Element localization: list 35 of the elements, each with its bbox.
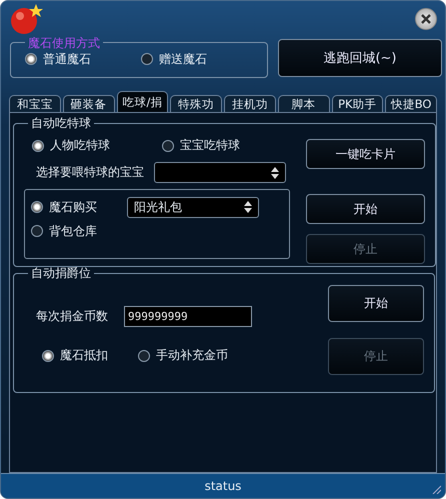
radio-option[interactable]: 人物吃特球 (32, 137, 162, 154)
pet-select-label: 选择要喂特球的宝宝 (36, 164, 144, 182)
app-logo (9, 3, 43, 35)
radio-option[interactable]: 宝宝吃特球 (162, 137, 292, 154)
close-button[interactable] (415, 8, 437, 30)
spinner-arrows-icon (271, 166, 279, 179)
status-text: status (204, 479, 242, 494)
package-dropdown[interactable]: 阳光礼包 (127, 196, 259, 218)
group-title: 自动捐爵位 (30, 267, 92, 280)
tab[interactable]: 快捷BO (385, 95, 437, 112)
tab[interactable]: 脚本 (278, 95, 330, 112)
spinner-arrows-icon (244, 201, 252, 214)
tab[interactable]: 挂机功 (224, 95, 276, 112)
amount-label: 每次捐金币数 (36, 308, 108, 326)
tab[interactable]: 特殊功 (170, 95, 222, 112)
radio-option[interactable]: 普通魔石 (25, 50, 141, 68)
radio-option[interactable]: 背包仓库 (31, 222, 127, 240)
pet-dropdown[interactable] (154, 162, 286, 184)
radio-option[interactable]: 魔石抵扣 (42, 347, 138, 364)
tab[interactable]: 吃球/捐 (116, 91, 168, 112)
amount-field[interactable]: 999999999 (124, 306, 252, 328)
action-button[interactable]: 一键吃卡片 (306, 139, 425, 170)
escape-button[interactable]: 逃跑回城(~) (278, 38, 442, 77)
radio-option[interactable]: 赠送魔石 (141, 50, 257, 68)
action-button[interactable]: 开始 (328, 285, 424, 322)
tab[interactable]: 和宝宝 (9, 95, 61, 112)
tab[interactable]: PK助手 (332, 95, 384, 112)
group-title: 魔石使用方式 (27, 36, 101, 49)
radio-option[interactable]: 魔石购买 (31, 198, 127, 216)
tab[interactable]: 砸装备 (62, 95, 114, 112)
group-title: 自动吃特球 (30, 117, 92, 130)
resize-grip-icon (432, 485, 441, 494)
close-icon (420, 13, 432, 25)
radio-option[interactable]: 手动补充金币 (138, 347, 234, 364)
action-button[interactable]: 开始 (306, 194, 425, 224)
